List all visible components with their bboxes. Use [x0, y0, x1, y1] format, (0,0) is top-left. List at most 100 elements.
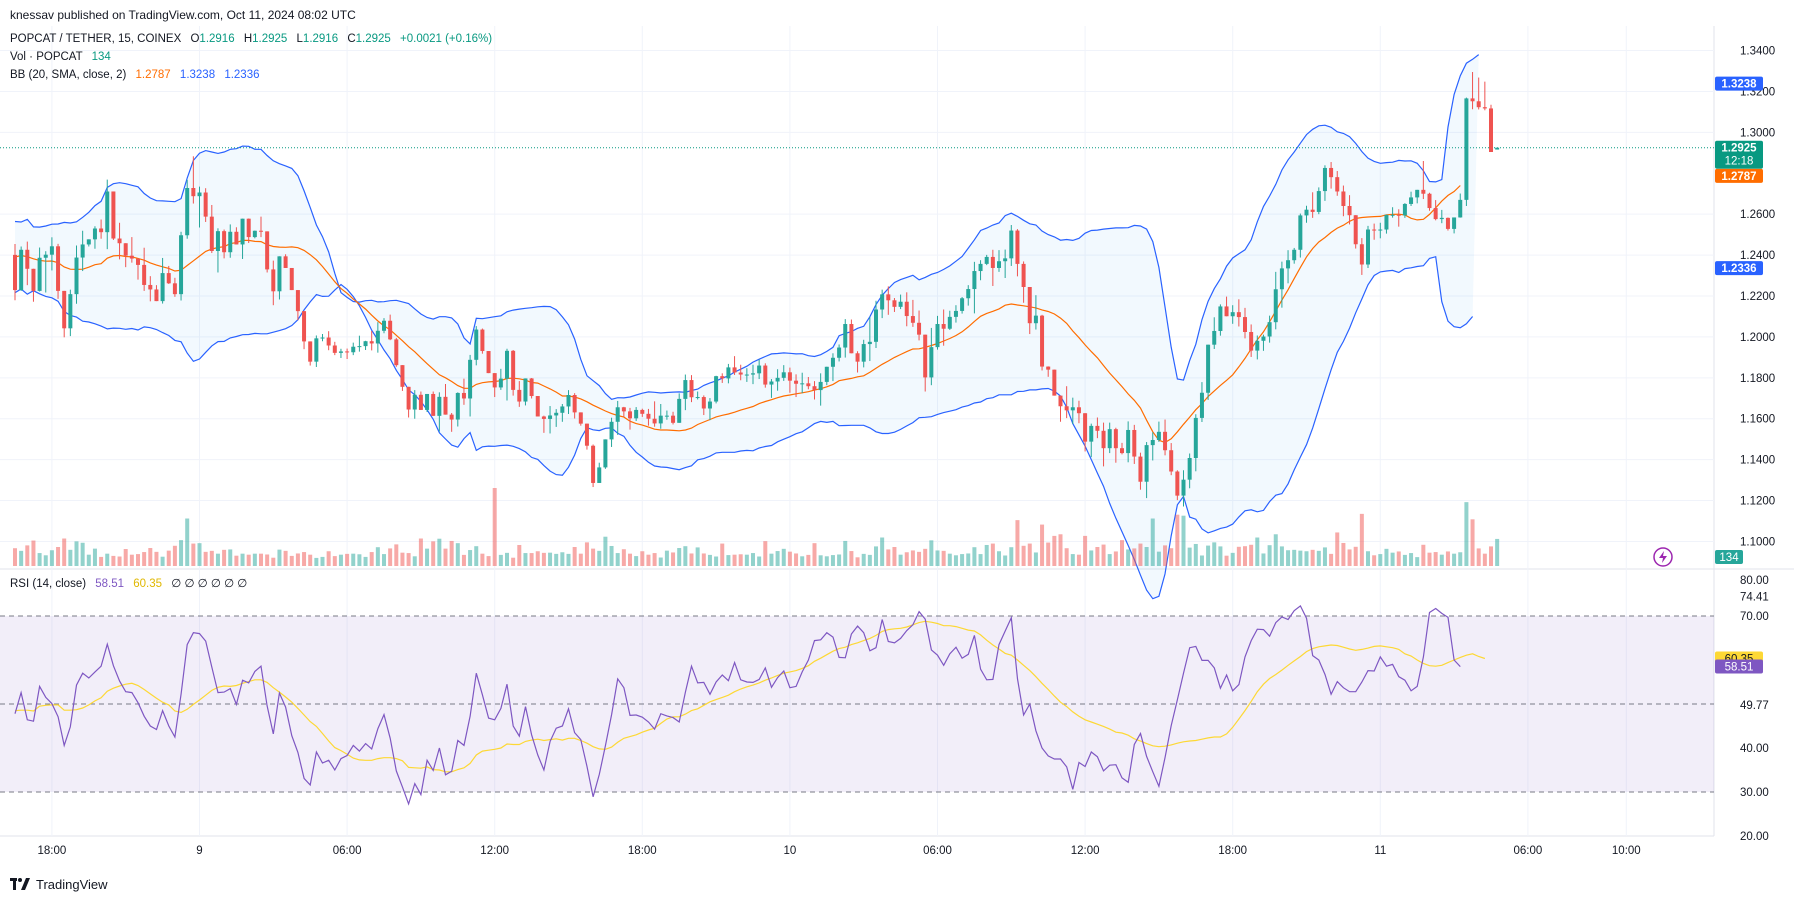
- candle: [111, 191, 116, 240]
- time-tick-label: 9: [196, 845, 202, 857]
- candle-body: [228, 231, 233, 253]
- candle-body: [455, 392, 460, 420]
- candle-body: [492, 373, 497, 388]
- candle-body: [1378, 229, 1383, 231]
- volume-bar: [277, 549, 282, 566]
- volume-label-text: 134: [1719, 552, 1739, 564]
- volume-bar: [1482, 553, 1487, 566]
- chart-area[interactable]: 1.34001.32001.30001.26001.24001.22001.20…: [0, 26, 1794, 872]
- candle-body: [1495, 147, 1500, 150]
- candle-body: [929, 347, 934, 378]
- candle-body: [597, 467, 602, 483]
- candle-body: [1286, 260, 1291, 269]
- volume-bar: [628, 553, 632, 566]
- time-tick-label: 18:00: [1218, 845, 1247, 857]
- volume-bar: [1083, 535, 1088, 566]
- volume-bar: [1163, 545, 1168, 566]
- candle-body: [566, 395, 571, 407]
- volume-bar: [1107, 554, 1112, 566]
- volume-bar: [1310, 549, 1315, 566]
- candle-body: [25, 249, 30, 269]
- candle-body: [277, 256, 282, 292]
- volume-bar: [1366, 551, 1370, 566]
- candle-body: [136, 258, 140, 265]
- volume-bar: [498, 554, 503, 566]
- volume-bar: [874, 546, 878, 566]
- candle-body: [1218, 306, 1223, 331]
- candle: [289, 267, 294, 291]
- candle: [529, 378, 534, 399]
- candle-body: [1298, 215, 1303, 250]
- candle-body: [941, 324, 946, 329]
- volume-label: 134: [1715, 550, 1743, 564]
- candle-body: [375, 330, 380, 344]
- volume-bar: [265, 554, 270, 566]
- candle-body: [978, 263, 983, 272]
- candle-body: [80, 244, 85, 258]
- volume-bar: [1279, 546, 1284, 566]
- volume-bar: [185, 518, 190, 566]
- main-legend: POPCAT / TETHER, 15, COINEX O1.2916 H1.2…: [10, 33, 492, 81]
- volume-bar: [431, 541, 436, 566]
- candle-body: [1359, 244, 1364, 265]
- candle-body: [461, 392, 466, 399]
- ohlc-c-value: 1.2925: [356, 33, 391, 45]
- volume-bar: [781, 548, 786, 566]
- candle-body: [960, 298, 965, 311]
- candle-body: [535, 396, 540, 417]
- ohlc-o-value: 1.2916: [199, 33, 234, 45]
- volume-bar: [99, 556, 104, 566]
- candle-body: [843, 324, 848, 348]
- candle-body: [997, 261, 1001, 268]
- candle-body: [246, 218, 251, 238]
- volume-bar: [1255, 537, 1260, 566]
- bollinger-bands: [0, 54, 1714, 600]
- candle-body: [572, 395, 577, 413]
- candle-body: [1206, 344, 1211, 393]
- footer: TradingView: [10, 874, 108, 894]
- candle-body: [1452, 217, 1457, 229]
- volume-bar: [1156, 551, 1161, 566]
- candle-body: [394, 339, 399, 366]
- candle-body: [560, 406, 565, 413]
- volume-bar: [941, 550, 946, 566]
- candle-body: [105, 191, 110, 233]
- volume-bar: [843, 540, 848, 566]
- volume-bar: [259, 553, 263, 566]
- volume-bar: [505, 552, 509, 566]
- candle: [19, 246, 24, 291]
- candle-body: [794, 380, 799, 384]
- last-price-label-text: 1.2925: [1721, 143, 1757, 155]
- candle-body: [117, 238, 122, 244]
- volume-bar: [1236, 546, 1241, 566]
- volume-bar: [351, 553, 356, 566]
- volume-bar: [541, 552, 546, 566]
- rsi-ma-legend-value: 60.35: [133, 578, 162, 590]
- volume-bar: [166, 550, 171, 566]
- volume-bar: [68, 549, 73, 566]
- volume-bar: [634, 556, 639, 566]
- candle-body: [302, 311, 307, 342]
- volume-bar: [1089, 550, 1094, 566]
- candle: [394, 337, 399, 367]
- price-tick-label: 1.2400: [1740, 250, 1775, 262]
- volume-bar: [794, 553, 799, 566]
- volume-bar: [597, 550, 602, 566]
- lightning-icon[interactable]: [1653, 547, 1673, 567]
- candle: [1316, 187, 1321, 215]
- volume-bar: [787, 551, 792, 566]
- volume-bar: [326, 551, 331, 566]
- candle-body: [86, 239, 91, 245]
- volume-bar: [775, 551, 780, 566]
- volume-bar: [425, 548, 430, 566]
- candle: [732, 356, 737, 375]
- candle-body: [172, 283, 177, 295]
- candle: [603, 439, 608, 469]
- volume-bar: [1378, 554, 1383, 566]
- volume-bar: [1335, 532, 1340, 566]
- volume-bar: [1267, 545, 1272, 566]
- candle-body: [880, 294, 885, 310]
- candle-body: [523, 378, 528, 402]
- volume-bar: [646, 554, 651, 566]
- candle-body: [664, 415, 669, 417]
